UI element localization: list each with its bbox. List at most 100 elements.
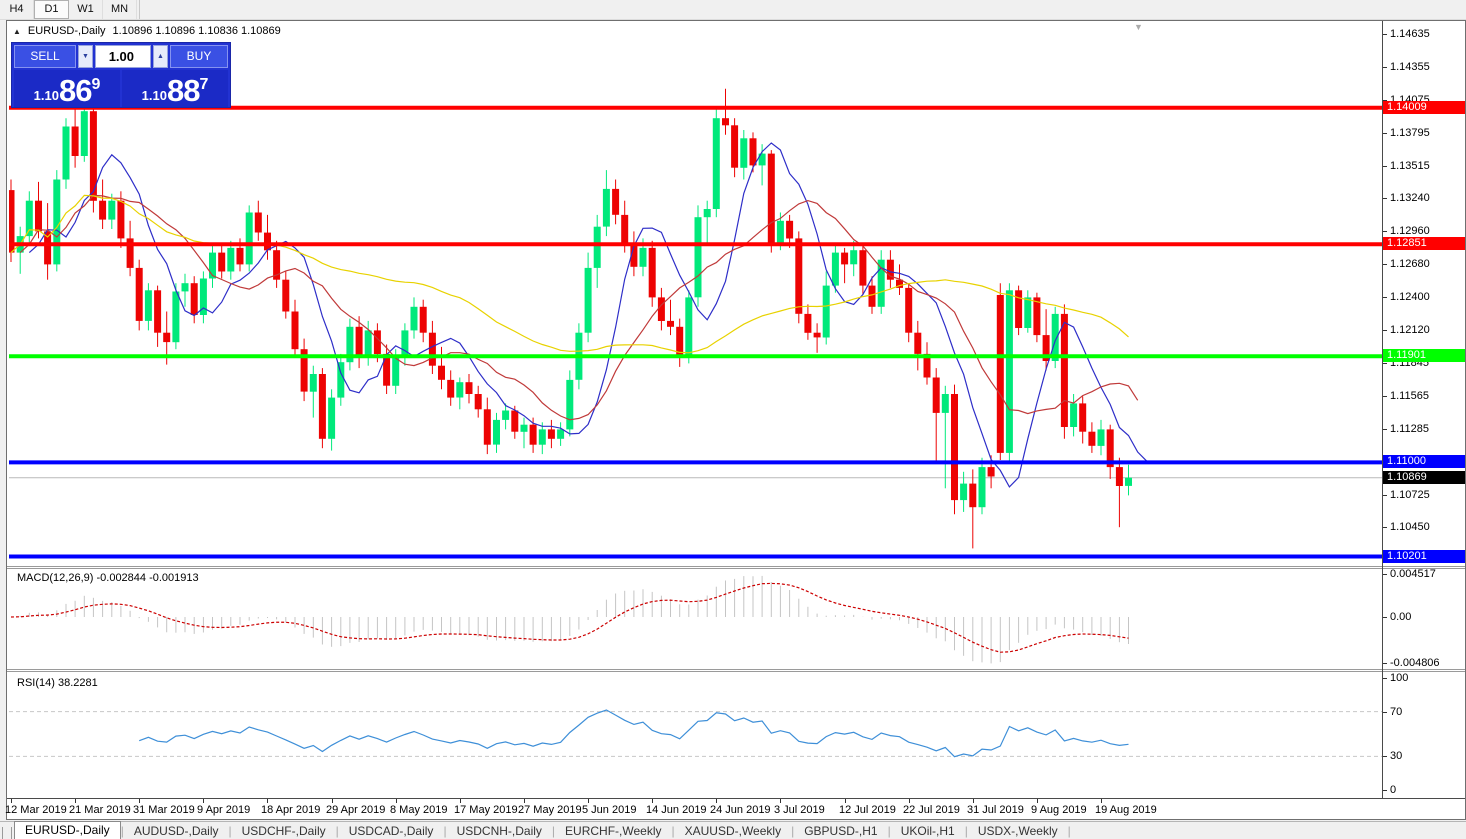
- candle: [657, 287, 665, 331]
- buy-price-display[interactable]: 1.10 88 7: [122, 70, 228, 107]
- axis-tick-mark: [1383, 678, 1387, 679]
- timeframe-toolbar: H4 D1 W1 MN: [0, 0, 1466, 20]
- candle: [520, 417, 528, 449]
- macd-indicator-pane[interactable]: [9, 569, 1382, 669]
- ohlc-values: 1.10896 1.10896 1.10836 1.10869: [112, 25, 281, 37]
- candle: [557, 422, 565, 446]
- candle: [282, 271, 290, 319]
- date-axis-label: 31 Jul 2019: [967, 804, 1024, 816]
- axis-tick-mark: [1383, 198, 1387, 199]
- axis-tick-mark: [1383, 330, 1387, 331]
- rsi-value: 38.2281: [57, 677, 98, 689]
- tab-separator: |: [1067, 824, 1071, 838]
- date-axis-tick-mark: [780, 799, 781, 803]
- price-tag-support-2: 1.10201: [1383, 550, 1465, 563]
- chart-tab-audusd-daily[interactable]: AUDUSD-,Daily: [124, 823, 229, 839]
- timeframe-button-w1[interactable]: W1: [69, 0, 103, 19]
- chart-tab-usdcad-daily[interactable]: USDCAD-,Daily: [339, 823, 444, 839]
- date-axis-label: 5 Jun 2019: [582, 804, 637, 816]
- chart-tab-usdcnh-daily[interactable]: USDCNH-,Daily: [447, 823, 552, 839]
- candles: [9, 88, 1132, 549]
- candle: [80, 102, 88, 162]
- candle: [273, 240, 281, 288]
- axis-tick-mark: [1383, 756, 1387, 757]
- candle: [703, 200, 711, 245]
- sell-price-pipette: 9: [91, 76, 101, 93]
- pane-separator[interactable]: [7, 669, 1465, 672]
- axis-tick-mark: [1383, 133, 1387, 134]
- price-axis-border: [1382, 21, 1383, 798]
- volume-increase-button[interactable]: ▲: [153, 45, 168, 68]
- candle: [337, 353, 345, 406]
- date-axis-tick-mark: [973, 799, 974, 803]
- collapse-panel-icon[interactable]: ▲: [13, 27, 21, 36]
- price-axis-tick-label: 1.10725: [1390, 489, 1430, 501]
- sell-price-display[interactable]: 1.10 86 9: [14, 70, 120, 107]
- date-axis-tick-mark: [845, 799, 846, 803]
- current-price-tag: 1.10869: [1383, 471, 1465, 484]
- volume-input[interactable]: [95, 45, 151, 68]
- date-axis-label: 27 May 2019: [518, 804, 582, 816]
- date-axis-tick-mark: [716, 799, 717, 803]
- candle: [758, 144, 766, 186]
- candle: [154, 285, 162, 347]
- candle: [1005, 283, 1013, 463]
- chart-tab-eurchf-weekly[interactable]: EURCHF-,Weekly: [555, 823, 671, 839]
- date-axis-tick-mark: [139, 799, 140, 803]
- buy-button[interactable]: BUY: [170, 45, 228, 68]
- candle: [813, 323, 821, 353]
- candle: [694, 205, 702, 307]
- timeframe-button-mn[interactable]: MN: [103, 0, 137, 19]
- candle: [969, 469, 977, 549]
- candle: [859, 243, 867, 295]
- date-axis-label: 31 Mar 2019: [133, 804, 195, 816]
- chart-tab-eurusd-daily[interactable]: EURUSD-,Daily: [14, 821, 121, 839]
- price-axis-tick-label: 1.13515: [1390, 160, 1430, 172]
- axis-tick-mark: [1383, 231, 1387, 232]
- axis-tick-mark: [1383, 297, 1387, 298]
- candle: [731, 118, 739, 178]
- candle: [1097, 419, 1105, 456]
- candle: [1079, 396, 1087, 444]
- chart-tab-usdx-weekly[interactable]: USDX-,Weekly: [968, 823, 1068, 839]
- macd-axis-label: -0.004806: [1390, 656, 1440, 669]
- sell-button[interactable]: SELL: [14, 45, 76, 68]
- price-axis-tick-label: 1.12400: [1390, 291, 1430, 303]
- price-axis-tick-label: 1.14635: [1390, 28, 1430, 40]
- chart-tab-xauusd-weekly[interactable]: XAUUSD-,Weekly: [675, 823, 791, 839]
- chart-tab-bar: EURUSD-,Daily | AUDUSD-,Daily | USDCHF-,Dail…: [0, 821, 1466, 839]
- chart-tab-ukoil-h1[interactable]: UKOil-,H1: [891, 823, 965, 839]
- candle: [886, 250, 894, 288]
- macd-values: -0.002844 -0.001913: [96, 572, 199, 584]
- date-axis-label: 12 Mar 2019: [5, 804, 67, 816]
- candle: [1024, 290, 1032, 333]
- date-axis-label: 17 May 2019: [454, 804, 518, 816]
- axis-tick-mark: [1383, 527, 1387, 528]
- timeframe-button-d1[interactable]: D1: [34, 0, 69, 19]
- candle: [99, 179, 107, 229]
- date-axis-tick-mark: [332, 799, 333, 803]
- timeframe-button-h4[interactable]: H4: [0, 0, 34, 19]
- candle: [841, 247, 849, 284]
- chart-shift-marker-icon[interactable]: ▼: [1134, 22, 1143, 32]
- date-axis-label: 12 Jul 2019: [839, 804, 896, 816]
- rsi-indicator-pane[interactable]: [9, 673, 1382, 798]
- candle: [456, 377, 464, 410]
- volume-decrease-button[interactable]: ▼: [78, 45, 93, 68]
- price-axis-tick-label: 1.13795: [1390, 127, 1430, 139]
- candle: [932, 368, 940, 462]
- candle: [914, 320, 922, 371]
- candle: [318, 368, 326, 449]
- chart-tab-gbpusd-h1[interactable]: GBPUSD-,H1: [794, 823, 887, 839]
- candle: [199, 271, 207, 324]
- price-axis-tick-label: 1.13240: [1390, 192, 1430, 204]
- chart-tab-usdchf-daily[interactable]: USDCHF-,Daily: [232, 823, 336, 839]
- candle: [877, 250, 885, 314]
- buy-price-prefix: 1.10: [141, 88, 167, 103]
- candle: [419, 299, 427, 343]
- pane-separator[interactable]: [7, 566, 1465, 569]
- candle: [25, 191, 33, 245]
- candle: [190, 276, 198, 324]
- date-axis-label: 19 Aug 2019: [1095, 804, 1157, 816]
- time-axis-border: [7, 798, 1465, 799]
